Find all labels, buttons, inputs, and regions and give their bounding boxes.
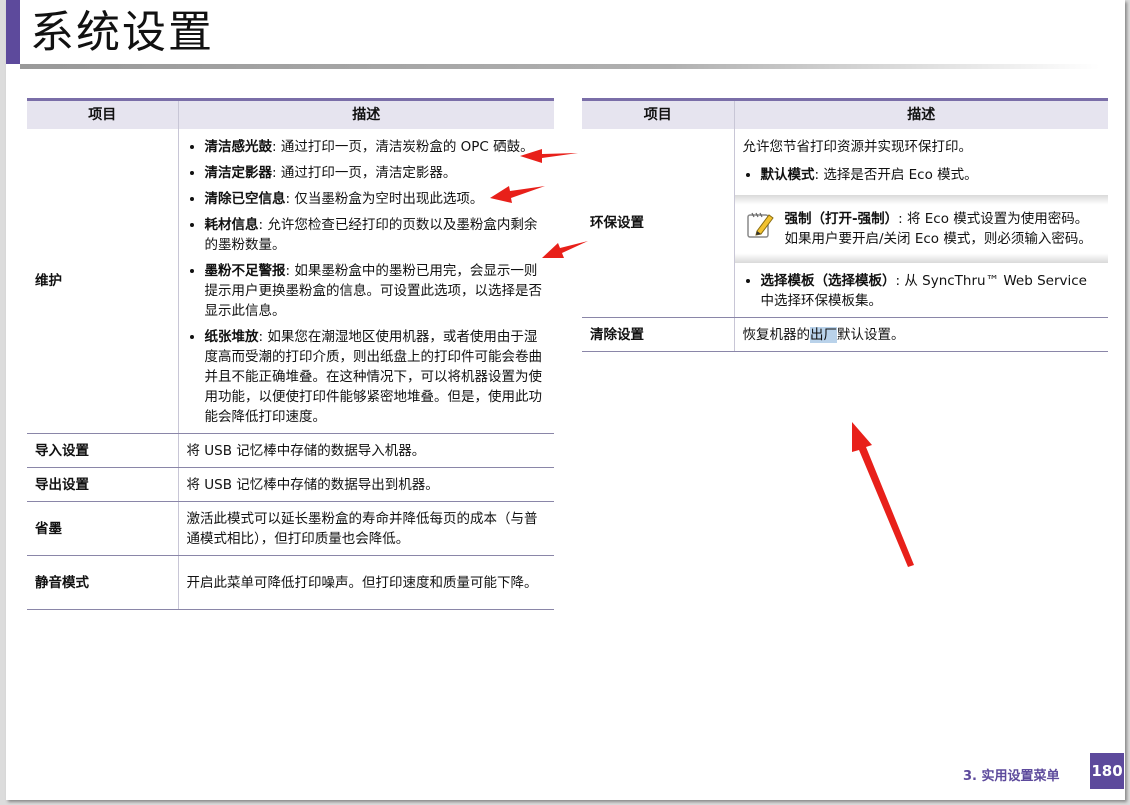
bullet-text: : 仅当墨粉盒为空时出现此选项。 (285, 191, 484, 207)
table-row: 静音模式 开启此菜单可降低打印噪声。但打印速度和质量可能下降。 (27, 555, 554, 610)
row-item-eco: 环保设置 (582, 129, 735, 318)
bullet-term: 选择模板 (760, 273, 815, 289)
eco-bullet-list-1: 默认模式: 选择是否开启 Eco 模式。 (743, 165, 1101, 185)
reset-desc-highlight[interactable]: 出厂 (810, 326, 837, 343)
header-item: 项目 (27, 98, 179, 129)
row-desc: 将 USB 记忆棒中存储的数据导入机器。 (178, 433, 554, 468)
header-desc: 描述 (178, 98, 554, 129)
title-accent-bar (6, 0, 20, 64)
row-desc: 开启此菜单可降低打印噪声。但打印速度和质量可能下降。 (178, 555, 554, 610)
bullet-term: 清洁感光鼓 (204, 139, 273, 155)
bullet-term: 清除已空信息 (204, 191, 286, 207)
list-item: 默认模式: 选择是否开启 Eco 模式。 (761, 165, 1101, 185)
list-item: 墨粉不足警报: 如果墨粉盒中的墨粉已用完，会显示一则提示用户更换墨粉盒的信息。可… (205, 261, 547, 321)
list-item: 清洁感光鼓: 通过打印一页，清洁炭粉盒的 OPC 硒鼓。 (205, 137, 547, 157)
list-item: 清除已空信息: 仅当墨粉盒为空时出现此选项。 (205, 189, 547, 209)
pencil-note-icon (746, 212, 774, 238)
left-settings-table: 项目 描述 维护 清洁感光鼓: 通过打印一页，清洁炭粉盒的 OPC 硒鼓。 清洁… (27, 98, 554, 610)
right-settings-table: 项目 描述 环保设置 允许您节省打印资源并实现环保打印。 默认模式: 选择是否开… (582, 98, 1108, 352)
bullet-term: 默认模式 (760, 167, 815, 183)
table-header-row: 项目 描述 (27, 98, 554, 129)
page-number-badge: 180 (1090, 753, 1124, 789)
eco-bullet-list-2: 选择模板（选择模板）: 从 SyncThru™ Web Service 中选择环… (743, 271, 1101, 311)
row-desc-maintenance: 清洁感光鼓: 通过打印一页，清洁炭粉盒的 OPC 硒鼓。 清洁定影器: 通过打印… (178, 129, 554, 434)
row-desc-reset: 恢复机器的出厂默认设置。 (734, 317, 1108, 352)
page-title: 系统设置 (30, 7, 214, 58)
row-item: 导出设置 (27, 467, 179, 502)
note-text: 强制（打开-强制）: 将 Eco 模式设置为使用密码。如果用户要开启/关闭 Ec… (785, 209, 1101, 249)
footer-chapter: 3. 实用设置菜单 (963, 769, 1060, 784)
table-row: 清除设置 恢复机器的出厂默认设置。 (582, 317, 1108, 352)
bullet-paren: （选择模板） (814, 273, 896, 289)
bullet-term: 墨粉不足警报 (204, 263, 286, 279)
note-paren: （打开-强制） (811, 211, 899, 227)
row-item-reset: 清除设置 (582, 317, 735, 352)
list-item: 纸张堆放: 如果您在潮湿地区使用机器，或者使用由于湿度高而受潮的打印介质，则出纸… (205, 327, 547, 427)
header-desc: 描述 (734, 98, 1108, 129)
table-row: 导出设置 将 USB 记忆棒中存储的数据导出到机器。 (27, 467, 554, 502)
list-item: 耗材信息: 允许您检查已经打印的页数以及墨粉盒内剩余的墨粉数量。 (205, 215, 547, 255)
title-rule (20, 64, 1100, 69)
note-term: 强制 (784, 211, 812, 227)
row-item-maintenance: 维护 (27, 129, 179, 434)
bullet-text: : 通过打印一页，清洁定影器。 (272, 165, 457, 181)
header-item: 项目 (582, 98, 735, 129)
document-page: 系统设置 项目 描述 维护 清洁感光鼓: 通过打印一页，清洁炭粉盒的 OPC 硒… (6, 0, 1125, 800)
row-item: 导入设置 (27, 433, 179, 468)
row-item: 静音模式 (27, 555, 179, 610)
maintenance-bullet-list: 清洁感光鼓: 通过打印一页，清洁炭粉盒的 OPC 硒鼓。 清洁定影器: 通过打印… (187, 137, 547, 427)
eco-note-box: 强制（打开-强制）: 将 Eco 模式设置为使用密码。如果用户要开启/关闭 Ec… (734, 195, 1108, 263)
reset-desc-post: 默认设置。 (837, 326, 905, 343)
bullet-term: 耗材信息 (204, 217, 259, 233)
table-row: 省墨 激活此模式可以延长墨粉盒的寿命并降低每页的成本（与普通模式相比），但打印质… (27, 501, 554, 556)
row-desc: 将 USB 记忆棒中存储的数据导出到机器。 (178, 467, 554, 502)
bullet-text: : 通过打印一页，清洁炭粉盒的 OPC 硒鼓。 (272, 139, 534, 155)
reset-desc-pre: 恢复机器的 (742, 326, 811, 343)
table-header-row: 项目 描述 (582, 98, 1108, 129)
bullet-term: 清洁定影器 (204, 165, 273, 181)
list-item: 清洁定影器: 通过打印一页，清洁定影器。 (205, 163, 547, 183)
bullet-term: 纸张堆放 (204, 329, 259, 345)
eco-intro: 允许您节省打印资源并实现环保打印。 (742, 139, 973, 155)
table-row: 导入设置 将 USB 记忆棒中存储的数据导入机器。 (27, 433, 554, 468)
list-item: 选择模板（选择模板）: 从 SyncThru™ Web Service 中选择环… (761, 271, 1101, 311)
row-desc-eco: 允许您节省打印资源并实现环保打印。 默认模式: 选择是否开启 Eco 模式。 强… (734, 129, 1108, 318)
row-desc: 激活此模式可以延长墨粉盒的寿命并降低每页的成本（与普通模式相比），但打印质量也会… (178, 501, 554, 556)
table-row: 环保设置 允许您节省打印资源并实现环保打印。 默认模式: 选择是否开启 Eco … (582, 129, 1108, 318)
row-item: 省墨 (27, 501, 179, 556)
table-row: 维护 清洁感光鼓: 通过打印一页，清洁炭粉盒的 OPC 硒鼓。 清洁定影器: 通… (27, 129, 554, 434)
bullet-text: : 选择是否开启 Eco 模式。 (814, 167, 978, 183)
